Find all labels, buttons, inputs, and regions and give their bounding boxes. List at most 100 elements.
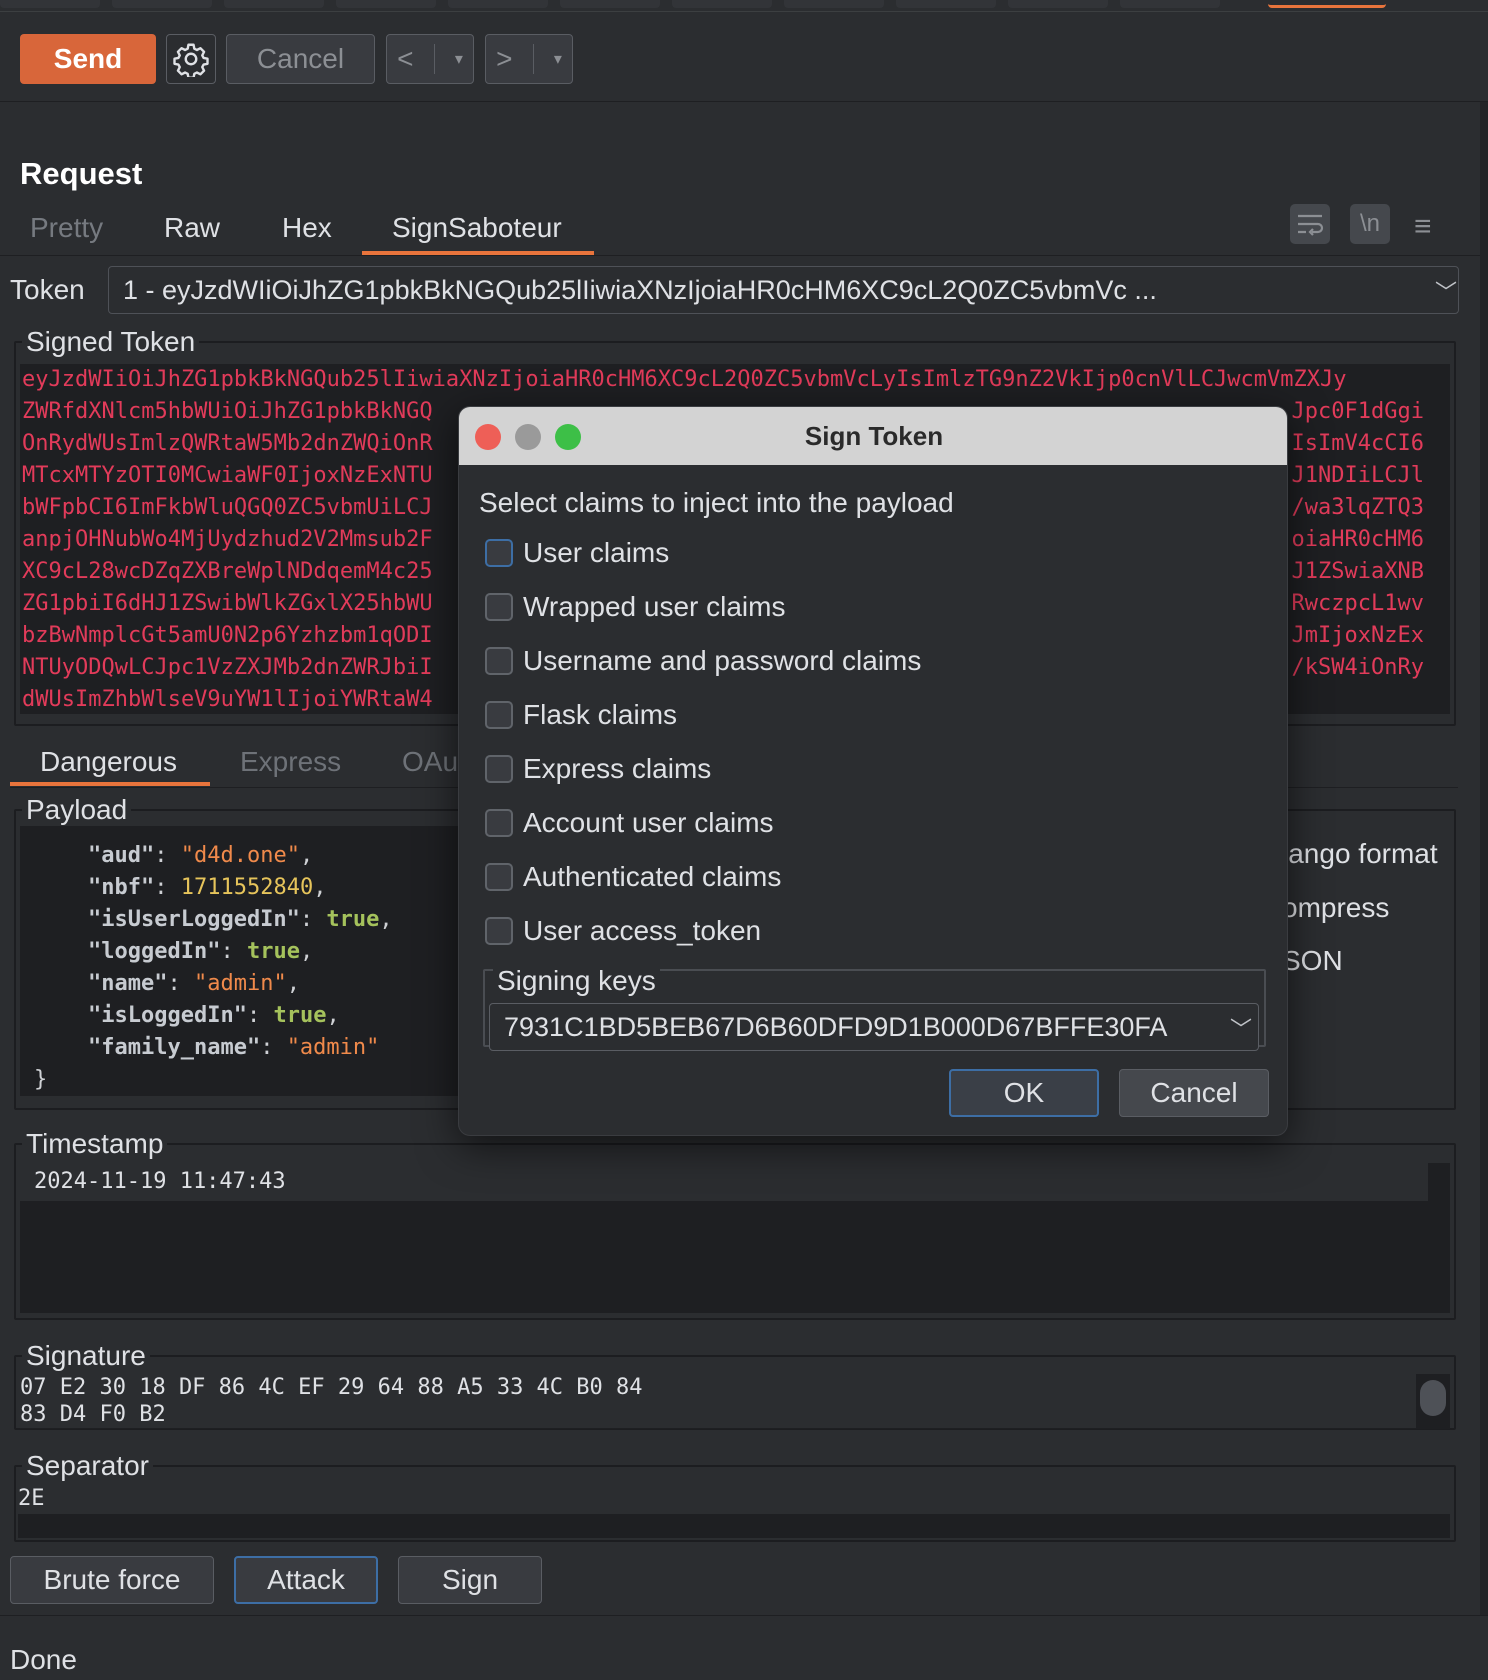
claim-option[interactable]: User access_token [485, 913, 761, 949]
tab-oauth[interactable]: OAu [402, 746, 458, 778]
signed-token-legend: Signed Token [26, 326, 196, 357]
claim-option[interactable]: Flask claims [485, 697, 677, 733]
claim-label: Username and password claims [523, 645, 922, 676]
right-edge-panel [1480, 102, 1488, 1615]
cancel-request-button[interactable]: Cancel [226, 34, 375, 84]
payload-line: "isUserLoggedIn": true, [88, 907, 393, 932]
brute-force-button[interactable]: Brute force [10, 1556, 214, 1604]
top-tab[interactable] [672, 0, 772, 8]
claim-label: Account user claims [523, 807, 774, 838]
tab-pretty[interactable]: Pretty [30, 212, 103, 244]
token-line-tail: RwczpcL1wv [1291, 591, 1424, 616]
tab-hex[interactable]: Hex [282, 212, 332, 244]
checkbox[interactable] [485, 809, 513, 837]
menu-icon[interactable]: ≡ [1414, 210, 1432, 244]
chevron-left-icon: < [397, 43, 414, 74]
claim-option[interactable]: Express claims [485, 751, 711, 787]
cancel-button[interactable]: Cancel [1119, 1069, 1269, 1117]
top-tab-active[interactable] [1268, 0, 1386, 8]
newline-icon[interactable]: \n [1350, 204, 1390, 244]
checkbox[interactable] [485, 593, 513, 621]
forward-button[interactable]: > ▾ [485, 34, 573, 84]
token-line-tail [1284, 364, 1424, 396]
payload-closing-brace: } [34, 1067, 48, 1092]
request-toolbar: Send Cancel < ▾ > ▾ [0, 12, 1488, 102]
active-tab-indicator [10, 782, 210, 786]
timestamp-legend: Timestamp [26, 1128, 164, 1159]
top-tab[interactable] [112, 0, 212, 8]
signature-line: 83 D4 F0 B2 [20, 1401, 1416, 1428]
separator-editor[interactable]: 2E [18, 1484, 1450, 1538]
chevron-down-icon: ﹀ [1230, 1017, 1253, 1042]
claim-option[interactable]: Account user claims [485, 805, 774, 841]
checkbox[interactable] [485, 917, 513, 945]
top-tab[interactable] [448, 0, 548, 8]
claim-option[interactable]: User claims [485, 535, 669, 571]
top-tab[interactable] [224, 0, 324, 8]
dialog-title: Sign Token [804, 421, 944, 451]
attack-button[interactable]: Attack [234, 1556, 378, 1604]
token-select[interactable]: 1 - eyJzdWIiOiJhZG1pbkBkNGQub25lIiwiaXNz… [108, 266, 1459, 314]
timestamp-editor[interactable]: 2024-11-19 11:47:43 [20, 1163, 1450, 1313]
status-bar: Done [0, 1615, 1488, 1680]
request-title: Request [20, 156, 143, 191]
claim-label: Express claims [523, 753, 712, 784]
chevron-down-icon: ﹀ [1435, 280, 1458, 305]
checkbox[interactable] [485, 755, 513, 783]
token-line-tail: oiaHR0cHM6 [1291, 527, 1424, 552]
claim-option[interactable]: Username and password claims [485, 643, 921, 679]
payload-editor[interactable]: "aud": "d4d.one", "nbf": 1711552840, "is… [20, 826, 470, 1096]
wrap-lines-icon[interactable] [1290, 204, 1330, 244]
tab-dangerous[interactable]: Dangerous [40, 746, 177, 778]
scrollbar-thumb[interactable] [1420, 1380, 1446, 1416]
checkbox[interactable] [485, 701, 513, 729]
status-text: Done [10, 1644, 77, 1675]
tab-signsaboteur[interactable]: SignSaboteur [392, 212, 562, 244]
ok-button[interactable]: OK [949, 1069, 1099, 1117]
claim-label: Authenticated claims [523, 861, 782, 892]
payload-line: "name": "admin", [88, 971, 300, 996]
top-tab-strip [0, 0, 1488, 12]
token-line-tail: JmIjoxNzEx [1291, 623, 1424, 648]
settings-button[interactable] [166, 34, 216, 84]
top-tab[interactable] [1120, 0, 1220, 8]
claim-option[interactable]: Authenticated claims [485, 859, 781, 895]
top-tab[interactable] [784, 0, 884, 8]
signature-editor[interactable]: 07 E2 30 18 DF 86 4C EF 29 64 88 A5 33 4… [20, 1374, 1450, 1429]
token-line-tail: J1ZSwiaXNB [1291, 559, 1424, 584]
django-format-option[interactable]: jango format [1282, 838, 1438, 870]
checkbox[interactable] [485, 539, 513, 567]
sign-token-dialog: Sign Token Select claims to inject into … [458, 406, 1288, 1136]
top-tab[interactable] [560, 0, 660, 8]
back-button[interactable]: < ▾ [386, 34, 474, 84]
payload-line: "loggedIn": true, [88, 939, 314, 964]
token-line-tail: IsImV4cCI6 [1291, 431, 1424, 456]
top-tab[interactable] [896, 0, 996, 8]
send-button[interactable]: Send [20, 34, 156, 84]
checkbox[interactable] [485, 647, 513, 675]
signed-token-right-column: Jpc0F1dGgi IsImV4cCI6 J1NDIiLCJl /wa3lqZ… [1284, 364, 1424, 684]
tab-raw[interactable]: Raw [164, 212, 220, 244]
tab-express[interactable]: Express [240, 746, 341, 778]
claim-label: Flask claims [523, 699, 678, 730]
top-tab[interactable] [1008, 0, 1108, 8]
signing-keys-legend: Signing keys [493, 965, 660, 997]
token-line-tail: Jpc0F1dGgi [1291, 399, 1424, 424]
payload-line: "isLoggedIn": true, [88, 1003, 340, 1028]
claim-option[interactable]: Wrapped user claims [485, 589, 785, 625]
json-option[interactable]: SON [1282, 945, 1343, 977]
request-tabs: Pretty Raw Hex SignSaboteur \n ≡ [0, 204, 1480, 256]
sign-button[interactable]: Sign [398, 1556, 542, 1604]
dropdown-arrow-icon[interactable]: ▾ [554, 49, 562, 69]
checkbox[interactable] [485, 863, 513, 891]
signing-key-select[interactable]: 7931C1BD5BEB67D6B60DFD9D1B000D67BFFE30FA… [489, 1003, 1259, 1051]
separator-legend: Separator [26, 1450, 149, 1481]
token-line-tail: J1NDIiLCJl [1291, 463, 1424, 488]
token-selected-value: 1 - eyJzdWIiOiJhZG1pbkBkNGQub25lIiwiaXNz… [123, 274, 1157, 305]
token-label: Token [10, 274, 85, 305]
dropdown-arrow-icon[interactable]: ▾ [455, 49, 463, 69]
compress-option[interactable]: ompress [1282, 892, 1389, 924]
top-tab[interactable] [0, 0, 100, 8]
top-tab[interactable] [336, 0, 436, 8]
payload-line: "aud": "d4d.one", [88, 843, 314, 868]
